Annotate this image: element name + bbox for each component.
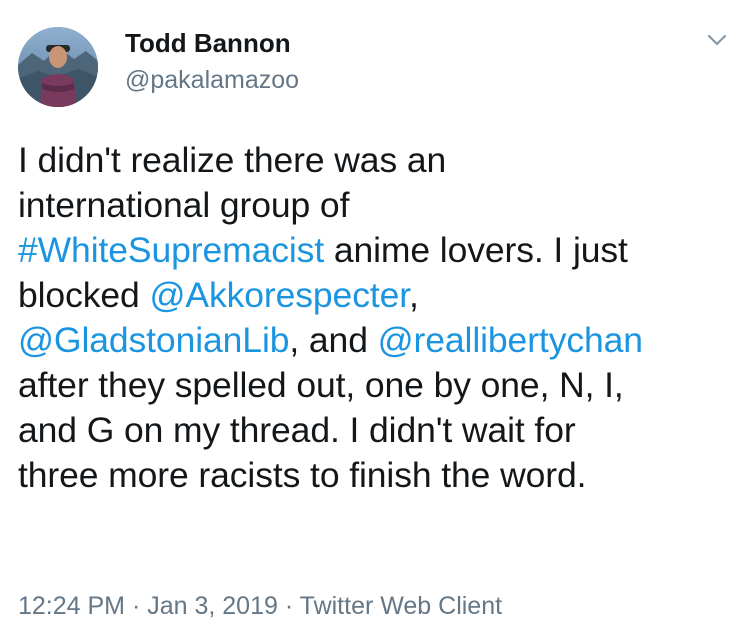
tweet-time[interactable]: 12:24 PM xyxy=(18,592,125,620)
tweet-text-segment: , xyxy=(409,275,419,315)
mention-link[interactable]: @reallibertychan xyxy=(378,320,643,360)
user-handle[interactable]: @pakalamazoo xyxy=(125,66,299,95)
tweet-text-segment: international group of xyxy=(18,185,350,225)
chevron-down-icon[interactable] xyxy=(700,26,734,56)
tweet-text-line: blocked @Akkorespecter, xyxy=(18,273,743,318)
meta-separator: · xyxy=(277,592,300,620)
tweet-text-line: international group of xyxy=(18,183,743,228)
tweet-text-segment: and G on my thread. I didn't wait for xyxy=(18,410,576,450)
display-name[interactable]: Todd Bannon xyxy=(125,28,291,59)
tweet-text-line: #WhiteSupremacist anime lovers. I just xyxy=(18,228,743,273)
hashtag-link[interactable]: #WhiteSupremacist xyxy=(18,230,324,270)
tweet-text-line: after they spelled out, one by one, N, I… xyxy=(18,363,743,408)
tweet-date[interactable]: Jan 3, 2019 xyxy=(147,592,278,620)
tweet-text-segment: , and xyxy=(289,320,378,360)
tweet-text-segment: anime lovers. I just xyxy=(324,230,628,270)
mention-link[interactable]: @Akkorespecter xyxy=(149,275,409,315)
tweet-meta: 12:24 PM · Jan 3, 2019 · Twitter Web Cli… xyxy=(18,592,502,621)
meta-separator: · xyxy=(125,592,148,620)
tweet-text-line: and G on my thread. I didn't wait for xyxy=(18,408,743,453)
tweet-text-line: three more racists to finish the word. xyxy=(18,453,743,498)
tweet: Todd Bannon @pakalamazoo I didn't realiz… xyxy=(0,0,750,637)
profile-photo xyxy=(18,27,98,107)
tweet-text-segment: blocked xyxy=(18,275,150,315)
tweet-source[interactable]: Twitter Web Client xyxy=(300,592,502,620)
tweet-text-segment: I didn't realize there was an xyxy=(18,140,447,180)
tweet-text-segment: three more racists to finish the word. xyxy=(18,455,587,495)
mention-link[interactable]: @GladstonianLib xyxy=(18,320,289,360)
tweet-text-segment: after they spelled out, one by one, N, I… xyxy=(18,365,624,405)
avatar[interactable] xyxy=(18,27,98,107)
tweet-text: I didn't realize there was an internation… xyxy=(18,138,743,498)
tweet-text-line: @GladstonianLib, and @reallibertychan xyxy=(18,318,743,363)
tweet-text-line: I didn't realize there was an xyxy=(18,138,743,183)
